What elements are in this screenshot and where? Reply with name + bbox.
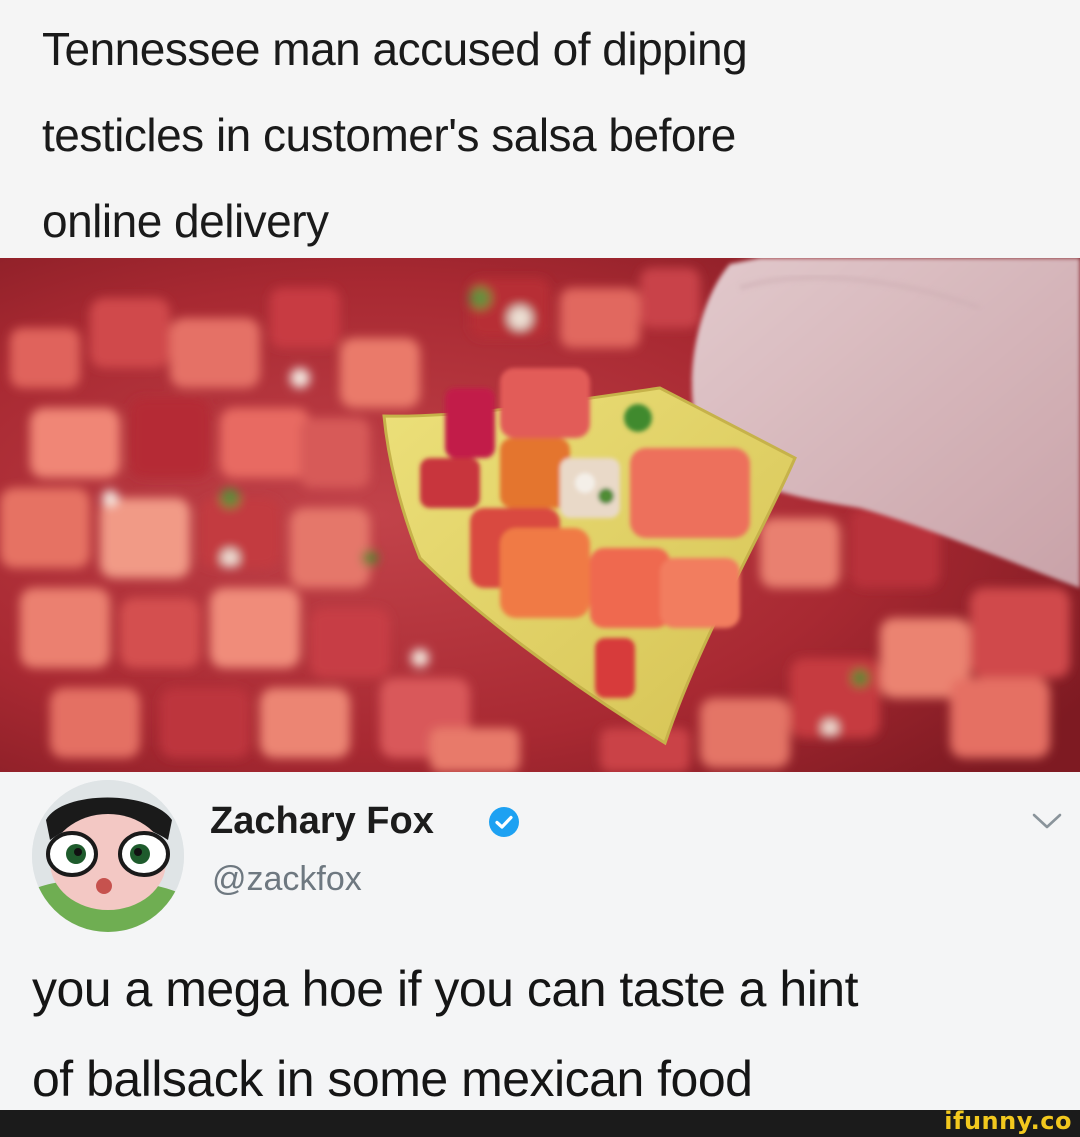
headline-line-3: online delivery — [42, 195, 329, 247]
news-headline: Tennessee man accused of dipping testicl… — [0, 0, 1080, 258]
user-handle[interactable]: @zackfox — [212, 860, 362, 899]
display-name[interactable]: Zachary Fox — [210, 800, 434, 843]
headline-line-1: Tennessee man accused of dipping — [42, 23, 748, 75]
avatar-image — [32, 780, 184, 932]
tweet-card: Zachary Fox @zackfox you a mega hoe if y… — [0, 772, 1080, 1110]
watermark-bar: ifunny.co — [0, 1107, 1080, 1137]
salsa-photo-art — [0, 258, 1080, 772]
tweet-text-line-1: you a mega hoe if you can taste a hint — [32, 961, 859, 1017]
headline-line-2: testicles in customer's salsa before — [42, 109, 736, 161]
salsa-photo — [0, 258, 1080, 772]
avatar[interactable] — [32, 780, 184, 932]
tweet-text: you a mega hoe if you can taste a hint o… — [32, 944, 1062, 1124]
verified-badge-icon — [489, 807, 519, 837]
chevron-down-icon[interactable] — [1030, 810, 1064, 832]
ifunny-watermark: ifunny.co — [944, 1107, 1072, 1135]
